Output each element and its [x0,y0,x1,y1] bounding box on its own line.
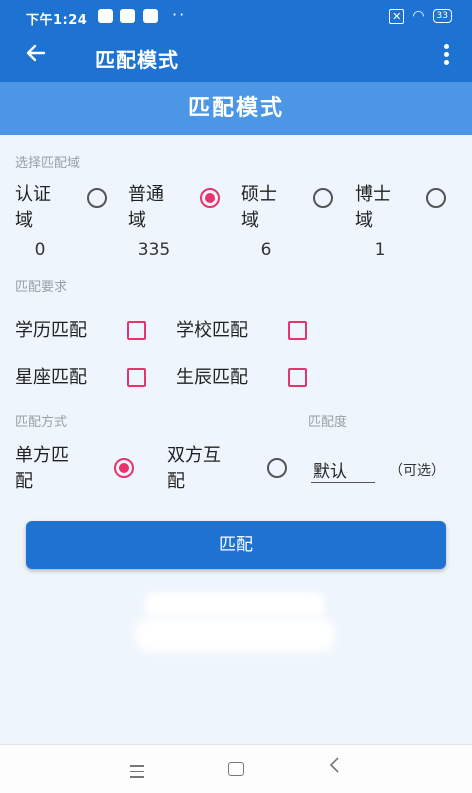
req-school-checkbox[interactable] [288,321,307,340]
radio-doctor[interactable] [426,188,446,208]
domain-count-normal: 335 [137,240,171,260]
req-birthtime-label: 生辰匹配 [176,367,248,388]
recent-apps-icon[interactable] [130,761,144,782]
requirements-section-label: 匹配要求 [15,280,68,295]
domain-count-master: 6 [260,240,272,260]
method-section-label: 匹配方式 [15,415,68,430]
radio-method-mutual[interactable] [267,458,287,478]
radio-certified[interactable] [87,188,107,208]
radio-method-single[interactable] [114,458,134,478]
back-nav-icon[interactable] [328,757,340,778]
domain-option-master[interactable]: 硕士 域 [241,182,277,234]
wifi-icon: ◠ [412,8,425,24]
redacted-area-bottom [135,618,335,652]
page-banner: 匹配模式 [0,82,472,135]
domain-option-normal[interactable]: 普通 域 [128,182,164,234]
req-constellation-label: 星座匹配 [15,367,87,388]
app-toolbar: 匹配模式 [0,32,472,82]
req-school-label: 学校匹配 [176,320,248,341]
redacted-area-top [145,592,325,618]
battery-icon: 33 [432,9,452,23]
req-constellation-checkbox[interactable] [127,368,146,387]
domain-count-certified: 0 [34,240,46,260]
method-option-single[interactable]: 单方匹 配 [15,443,69,495]
radio-normal[interactable] [200,188,220,208]
status-time: 下午1:24 [26,13,88,28]
optional-hint: （可选） [389,463,445,479]
degree-section-label: 匹配度 [308,415,348,430]
toolbar-title: 匹配模式 [95,48,179,72]
more-vert-icon[interactable] [444,44,450,68]
home-icon[interactable] [228,762,244,776]
domain-count-doctor: 1 [374,240,386,260]
req-birthtime-checkbox[interactable] [288,368,307,387]
system-nav-bar [0,744,472,793]
req-education-checkbox[interactable] [127,321,146,340]
match-degree-input[interactable] [311,456,375,483]
domain-section-label: 选择匹配域 [15,156,81,171]
match-button[interactable]: 匹配 [26,521,446,569]
video-notification-icon [120,9,135,23]
back-arrow-icon[interactable] [24,41,48,71]
domain-option-doctor[interactable]: 博士 域 [355,182,391,234]
sim-icon: ✕ [389,8,405,24]
more-notifications-icon: ·· [172,5,187,24]
message-notification-icon [143,9,158,23]
method-option-mutual[interactable]: 双方互 配 [167,443,221,495]
req-education-label: 学历匹配 [15,320,87,341]
status-bar: 下午1:24 ·· ✕ ◠ 33 [0,0,472,32]
domain-option-certified[interactable]: 认证 域 [15,182,51,234]
radio-master[interactable] [313,188,333,208]
app-notification-icon [98,9,113,23]
